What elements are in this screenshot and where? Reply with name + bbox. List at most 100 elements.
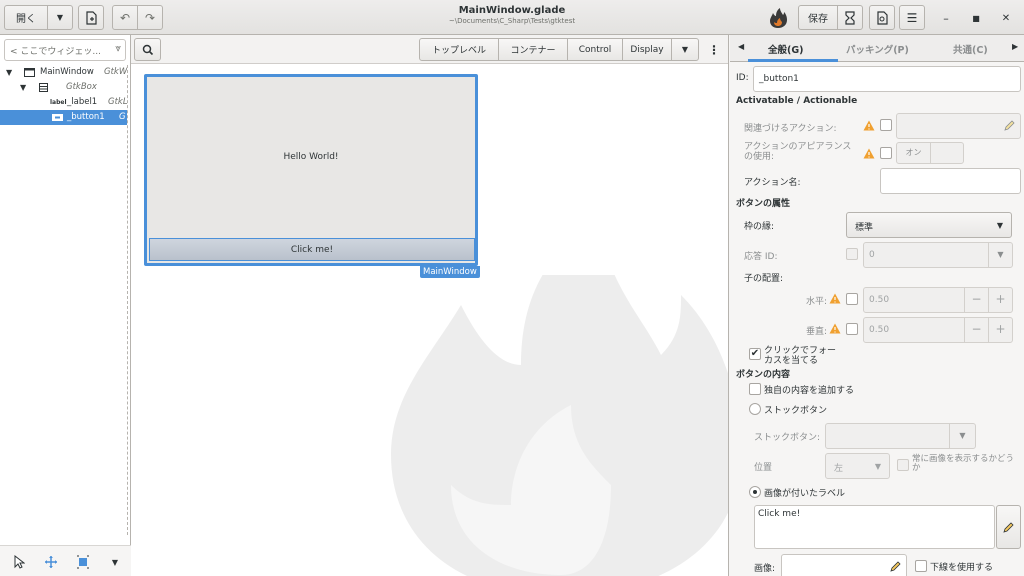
always-show-image-checkbox[interactable] — [897, 459, 909, 471]
relief-combo[interactable]: 標準 ▼ — [846, 212, 1012, 238]
open-recent-dropdown[interactable]: ▼ — [47, 5, 73, 30]
decrement-button[interactable]: − — [964, 288, 988, 312]
focus-on-click-checkbox[interactable]: ✔ — [749, 348, 761, 360]
palette-label: コンテナー — [510, 46, 556, 56]
edit-pencil-icon[interactable] — [1004, 120, 1015, 131]
minimize-button[interactable]: – — [938, 10, 954, 26]
tree-row-button1[interactable]: _button1 G — [0, 110, 127, 125]
widget-tree: ▼ MainWindow GtkW ▼ GtkBox label _label1… — [0, 65, 127, 125]
valign-label: 垂直: — [806, 327, 828, 337]
palette-containers[interactable]: コンテナー — [498, 38, 568, 61]
chevron-down-icon: ▼ — [56, 13, 64, 22]
increment-button[interactable]: + — [988, 288, 1012, 312]
custom-content-label: 独自の内容を追加する — [764, 386, 855, 396]
related-action-input[interactable] — [896, 113, 1021, 139]
expander-icon[interactable]: ▼ — [6, 65, 12, 80]
tree-row-mainwindow[interactable]: ▼ MainWindow GtkW — [0, 65, 127, 80]
decrement-button[interactable]: − — [964, 318, 988, 342]
maximize-button[interactable]: ■ — [968, 10, 984, 26]
position-combo[interactable]: 左 ▼ — [825, 453, 890, 479]
use-underline-checkbox[interactable] — [915, 560, 927, 572]
palette-display[interactable]: Display — [622, 38, 672, 61]
margin-edit-button[interactable] — [75, 554, 91, 570]
save-as-button[interactable] — [837, 5, 863, 30]
vertical-dots-icon: ⋮ — [708, 42, 720, 57]
valign-checkbox[interactable] — [846, 323, 858, 335]
tree-scrollbar[interactable] — [127, 65, 128, 535]
tree-row-type: G — [119, 112, 126, 122]
use-action-appearance-checkbox[interactable] — [880, 147, 892, 159]
property-tabs: ◀ 全般(G) パッキング(P) 共通(C) ▶ — [730, 35, 1024, 62]
tab-scroll-right-icon[interactable]: ▶ — [1012, 42, 1018, 51]
hello-world-label[interactable]: Hello World! — [147, 152, 475, 162]
document-preview-icon — [877, 10, 888, 25]
select-pointer-button[interactable] — [11, 554, 27, 570]
response-id-checkbox[interactable] — [846, 248, 858, 260]
warning-icon — [829, 293, 841, 304]
pointer-icon — [14, 555, 25, 569]
widget-search-input[interactable]: < ここでウィジェッ... ⩔ — [4, 39, 126, 61]
undo-button[interactable]: ↶ — [112, 5, 138, 30]
new-file-button[interactable] — [78, 5, 104, 30]
palette-more-dropdown[interactable]: ▼ — [671, 38, 699, 61]
warning-icon — [863, 120, 875, 131]
halign-spinbutton[interactable]: 0.50 − + — [863, 287, 1013, 313]
menu-button[interactable]: ☰ — [899, 5, 925, 30]
action-name-input[interactable] — [880, 168, 1021, 194]
related-action-checkbox[interactable] — [880, 119, 892, 131]
tree-row-gtkbox[interactable]: ▼ GtkBox — [0, 80, 127, 95]
edit-label-button[interactable] — [996, 505, 1021, 549]
chevron-down-icon: ▼ — [681, 45, 689, 54]
edit-pencil-icon — [1002, 522, 1014, 533]
expander-icon[interactable]: ▼ — [20, 80, 26, 95]
glade-logo-icon[interactable] — [766, 6, 790, 30]
stock-button-radio[interactable] — [749, 403, 761, 415]
tab-scroll-left-icon[interactable]: ◀ — [738, 42, 744, 51]
open-button[interactable]: 開く — [4, 5, 48, 30]
preview-button[interactable] — [869, 5, 895, 30]
mainwindow-preview[interactable]: Hello World! Click me! — [144, 74, 478, 266]
open-label: 開く — [16, 14, 36, 25]
stock-button-combo[interactable]: ▼ — [825, 423, 976, 449]
filter-icon[interactable]: ⩔ — [115, 43, 121, 54]
response-id-input[interactable]: 0 ▼ — [863, 242, 1013, 268]
image-input[interactable] — [781, 554, 907, 576]
increment-button[interactable]: + — [988, 318, 1012, 342]
valign-spinbutton[interactable]: 0.50 − + — [863, 317, 1013, 343]
click-me-button[interactable]: Click me! — [149, 238, 475, 261]
close-icon: ✕ — [1001, 12, 1011, 24]
label-text-area[interactable]: Click me! — [754, 505, 995, 549]
warning-icon — [829, 323, 841, 334]
label-with-image-label: 画像が付いたラベル — [764, 489, 846, 499]
close-button[interactable]: ✕ — [998, 10, 1014, 26]
palette-label: Display — [630, 44, 664, 55]
edit-pencil-icon[interactable] — [890, 561, 901, 572]
drag-resize-button[interactable] — [43, 554, 59, 570]
palette-toplevel[interactable]: トップレベル — [419, 38, 499, 61]
save-button[interactable]: 保存 — [798, 5, 838, 30]
tab-packing[interactable]: パッキング(P) — [846, 42, 909, 56]
redo-button[interactable]: ↷ — [137, 5, 163, 30]
child-placement-label: 子の配置: — [744, 274, 784, 284]
design-canvas[interactable]: トップレベル コンテナー Control Display ▼ ⋮ Hello W… — [131, 35, 729, 576]
halign-checkbox[interactable] — [846, 293, 858, 305]
tab-common[interactable]: 共通(C) — [953, 42, 988, 56]
button-icon — [52, 114, 63, 121]
label-icon: label — [50, 99, 67, 106]
tab-general[interactable]: 全般(G) — [768, 42, 803, 56]
palette-menu-button[interactable]: ⋮ — [703, 38, 725, 61]
custom-content-checkbox[interactable] — [749, 383, 761, 395]
chevron-down-icon[interactable]: ▼ — [988, 243, 1012, 267]
glade-watermark-logo — [391, 275, 728, 576]
focus-on-click-label: クリックでフォーカスを当てる — [764, 346, 837, 366]
minimize-icon: – — [943, 11, 949, 25]
chevron-down-icon: ▼ — [949, 424, 975, 448]
tree-row-label1[interactable]: label _label1 GtkL — [0, 95, 127, 110]
action-name-label: アクション名: — [744, 178, 801, 188]
label-with-image-radio[interactable] — [749, 486, 761, 498]
id-input[interactable]: _button1 — [753, 66, 1021, 92]
left-toolbar-dropdown[interactable]: ▼ — [107, 554, 123, 570]
use-action-appearance-toggle[interactable]: オン — [896, 142, 964, 164]
palette-control[interactable]: Control — [567, 38, 623, 61]
palette-search-button[interactable] — [134, 38, 161, 61]
